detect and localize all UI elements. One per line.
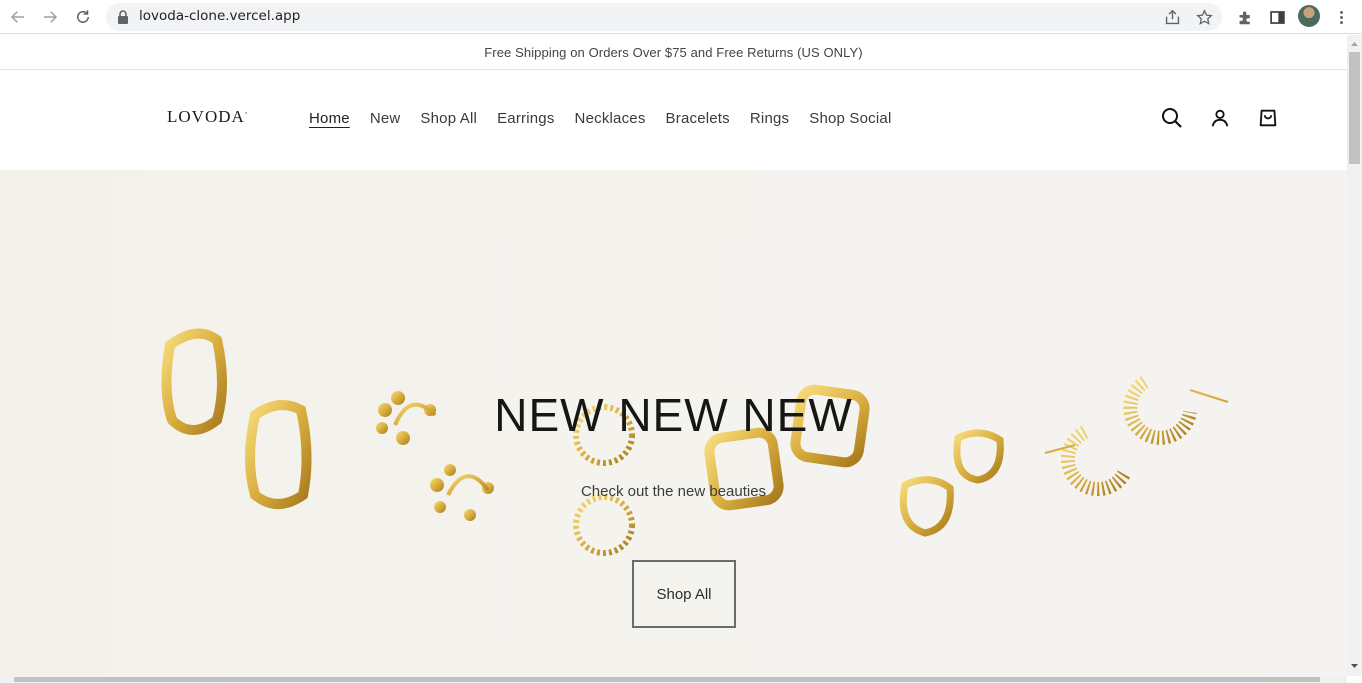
nav-rings[interactable]: Rings [750, 110, 789, 127]
address-bar[interactable]: lovoda-clone.vercel.app [106, 3, 1222, 31]
forward-arrow-icon[interactable] [38, 5, 62, 29]
scroll-down-icon[interactable] [1350, 662, 1359, 671]
reload-icon[interactable] [71, 5, 95, 29]
horizontal-scrollbar[interactable] [0, 676, 1347, 683]
h-scroll-thumb[interactable] [14, 677, 1320, 682]
scroll-thumb[interactable] [1349, 52, 1360, 164]
site-logo[interactable]: LOVODA◦ [167, 107, 248, 127]
logo-mark: ◦ [244, 109, 249, 117]
nav-new[interactable]: New [370, 110, 401, 127]
nav-home[interactable]: Home [309, 110, 350, 127]
search-icon[interactable] [1160, 106, 1184, 130]
hero-banner: NEW NEW NEW Check out the new beauties S… [0, 170, 1347, 676]
vertical-scrollbar[interactable] [1347, 35, 1362, 676]
url-text: lovoda-clone.vercel.app [139, 8, 301, 24]
nav-shop-social[interactable]: Shop Social [809, 110, 891, 127]
avatar[interactable] [1298, 5, 1320, 27]
scroll-up-icon[interactable] [1350, 39, 1359, 48]
back-arrow-icon[interactable] [6, 5, 30, 29]
extensions-icon[interactable] [1234, 6, 1256, 28]
lock-icon [118, 10, 128, 24]
hero-subtitle: Check out the new beauties [580, 483, 767, 500]
nav-necklaces[interactable]: Necklaces [575, 110, 646, 127]
nav-earrings[interactable]: Earrings [497, 110, 554, 127]
logo-text: LOVODA [167, 107, 245, 126]
site-header: LOVODA◦ Home New Shop All Earrings Neckl… [0, 70, 1347, 170]
announcement-bar: Free Shipping on Orders Over $75 and Fre… [0, 35, 1347, 70]
share-icon[interactable] [1162, 7, 1182, 27]
side-panel-icon[interactable] [1266, 6, 1288, 28]
page-viewport: Free Shipping on Orders Over $75 and Fre… [0, 35, 1347, 676]
nav-bracelets[interactable]: Bracelets [666, 110, 730, 127]
account-icon[interactable] [1208, 106, 1232, 130]
star-icon[interactable] [1194, 7, 1214, 27]
shop-all-button[interactable]: Shop All [632, 560, 736, 628]
hero-title: NEW NEW NEW [494, 389, 853, 441]
menu-icon[interactable] [1330, 6, 1352, 28]
browser-toolbar: lovoda-clone.vercel.app [0, 0, 1362, 34]
nav-shop-all[interactable]: Shop All [420, 110, 477, 127]
cart-icon[interactable] [1256, 106, 1280, 130]
main-nav: Home New Shop All Earrings Necklaces Bra… [309, 110, 892, 127]
